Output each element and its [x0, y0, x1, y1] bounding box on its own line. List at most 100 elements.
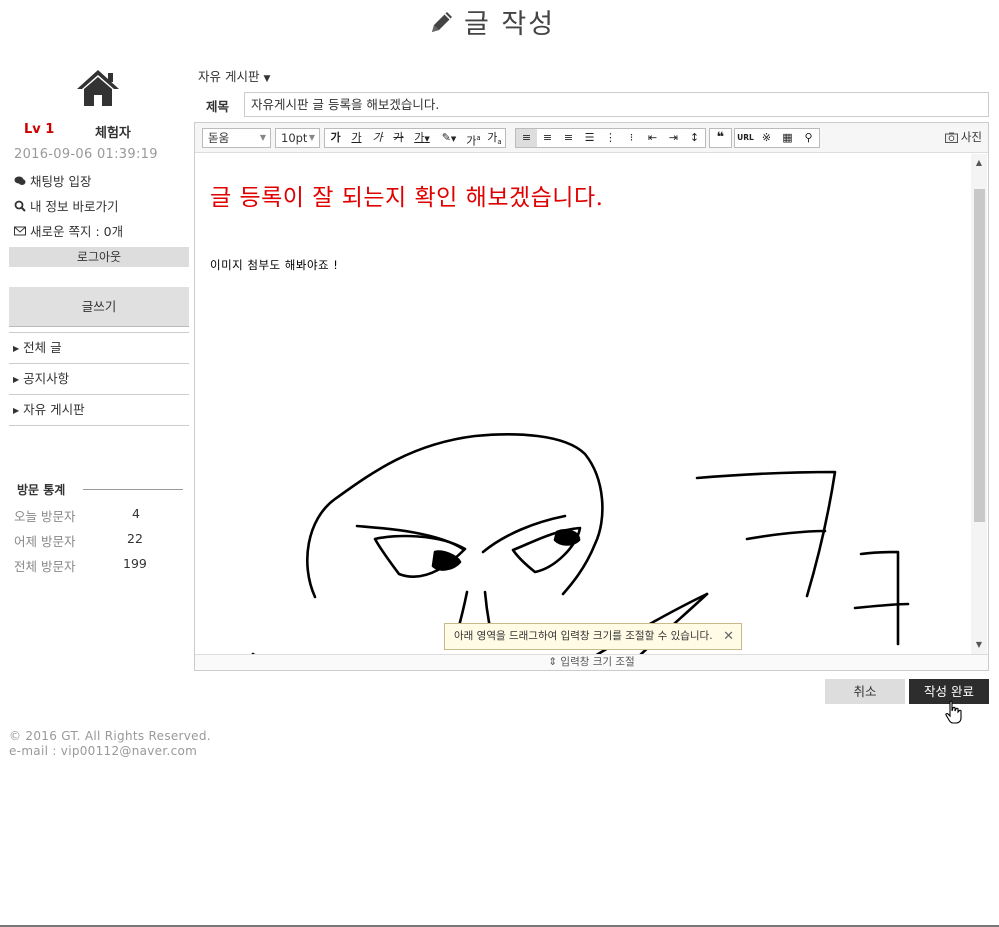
resize-label: 입력창 크기 조절 [560, 656, 635, 668]
italic-button[interactable]: 가 [367, 129, 388, 147]
scroll-up-arrow-icon[interactable]: ▲ [971, 156, 987, 170]
close-icon[interactable]: ✕ [723, 624, 734, 649]
align-center-button[interactable]: ≡ [537, 129, 558, 147]
stat-value: 22 [127, 531, 143, 546]
stats-divider [83, 489, 183, 490]
user-level: Lv 1 [24, 122, 55, 137]
attached-drawing-image [251, 433, 910, 654]
page-title-wrap: 글 작성 [428, 2, 555, 41]
underline-button[interactable]: 가 [346, 129, 367, 147]
stat-value: 199 [123, 556, 147, 571]
stat-row-yesterday: 어제 방문자 22 [14, 531, 194, 550]
menu-item-label: 공지사항 [23, 371, 70, 386]
font-color-button[interactable]: 가▼ [409, 129, 435, 147]
scroll-thumb[interactable] [974, 189, 985, 522]
stat-label: 전체 방문자 [14, 559, 76, 574]
numbered-list-button[interactable]: ⋮ [600, 129, 621, 147]
font-size-select[interactable]: 10pt ▼ [275, 128, 320, 148]
font-size-value: 10pt [281, 131, 308, 145]
stat-value: 4 [132, 506, 140, 521]
title-input[interactable]: 자유게시판 글 등록을 해보겠습니다. [244, 92, 989, 117]
photo-upload-button[interactable]: 사진 [944, 129, 982, 145]
scroll-down-arrow-icon[interactable]: ▼ [971, 638, 987, 652]
caret-down-icon: ▼ [424, 135, 430, 143]
messages-label: 새로운 쪽지 : 0개 [30, 224, 124, 239]
highlight-icon: ✎ [441, 131, 451, 144]
menu-item-label: 전체 글 [23, 340, 62, 355]
paragraph-group: ≡ ≡ ≡ ☰ ⋮ ⁝ ⇤ ⇥ ↕ [515, 128, 706, 148]
tooltip-text: 아래 영역을 드래그하여 입력창 크기를 조절할 수 있습니다. [454, 630, 713, 642]
stat-row-today: 오늘 방문자 4 [14, 506, 194, 525]
editor-content[interactable]: 글 등록이 잘 되는지 확인 해보겠습니다. 이미지 첨부도 해봐야죠 ! [195, 154, 971, 654]
insert-group: URL ※ ▦ ⚲ [734, 128, 820, 148]
find-replace-button[interactable]: ⚲ [798, 129, 819, 147]
special-char-button[interactable]: ※ [756, 129, 777, 147]
superscript-button[interactable]: 가a [463, 129, 484, 148]
copyright-text: © 2016 GT. All Rights Reserved. [9, 729, 211, 743]
caret-down-icon: ▼ [263, 74, 271, 84]
align-left-button[interactable]: ≡ [516, 129, 537, 147]
editor-toolbar: 돋움 ▼ 10pt ▼ 가 가 가 가 가▼ ✎▼ 가a 가a ≡ ≡ ≡ ☰ ⋮ … [195, 123, 988, 153]
indent-button[interactable]: ⇥ [663, 129, 684, 147]
menu-item-all-posts[interactable]: ▶ 전체 글 [9, 333, 189, 364]
bullet-list-button[interactable]: ⁝ [621, 129, 642, 147]
search-icon [14, 200, 26, 212]
subscript-button[interactable]: 가a [484, 129, 505, 147]
font-color-label: 가 [414, 131, 425, 144]
home-icon[interactable] [75, 68, 121, 108]
rich-text-editor: 돋움 ▼ 10pt ▼ 가 가 가 가 가▼ ✎▼ 가a 가a ≡ ≡ ≡ ☰ ⋮ … [194, 122, 989, 671]
envelope-icon [14, 226, 26, 235]
board-select[interactable]: 자유 게시판 ▼ [198, 66, 270, 85]
text-style-group: 가 가 가 가 가▼ ✎▼ 가a 가a [324, 128, 506, 148]
my-info-label: 내 정보 바로가기 [30, 199, 119, 214]
editor-resize-handle[interactable]: ⇕ 입력창 크기 조절 [195, 654, 988, 670]
write-button[interactable]: 글쓰기 [9, 287, 189, 327]
url-button[interactable]: URL [735, 129, 756, 147]
font-family-select[interactable]: 돋움 ▼ [202, 128, 271, 148]
cancel-button[interactable]: 취소 [825, 679, 905, 704]
stat-row-total: 전체 방문자 199 [14, 556, 194, 575]
superscript-label: 가 [466, 134, 477, 148]
subscript-label: 가 [487, 131, 498, 144]
menu-item-free-board[interactable]: ▶ 자유 게시판 [9, 395, 189, 426]
caret-down-icon: ▼ [259, 133, 266, 142]
stats-title: 방문 통계 [17, 483, 66, 497]
highlight-button[interactable]: ✎▼ [435, 129, 463, 147]
font-family-value: 돋움 [208, 131, 230, 145]
caret-down-icon: ▼ [308, 133, 315, 142]
outdent-button[interactable]: ⇤ [642, 129, 663, 147]
my-info-link[interactable]: 내 정보 바로가기 [14, 196, 118, 215]
quote-button[interactable]: ❝ [710, 129, 731, 147]
resize-tooltip: 아래 영역을 드래그하여 입력창 크기를 조절할 수 있습니다. ✕ [444, 623, 742, 650]
line-height-button[interactable]: ↕ [684, 129, 705, 147]
resize-arrows-icon: ⇕ [548, 656, 558, 668]
page-title: 글 작성 [464, 9, 556, 40]
align-justify-button[interactable]: ☰ [579, 129, 600, 147]
chat-room-label: 채팅방 입장 [30, 174, 92, 189]
caret-right-icon: ▶ [13, 374, 20, 384]
footer: © 2016 GT. All Rights Reserved. e-mail :… [9, 729, 211, 759]
strikethrough-button[interactable]: 가 [388, 129, 409, 147]
photo-label: 사진 [960, 130, 982, 144]
login-time: 2016-09-06 01:39:19 [14, 147, 158, 162]
menu-item-notice[interactable]: ▶ 공지사항 [9, 364, 189, 395]
content-text: 이미지 첨부도 해봐야죠 ! [210, 258, 339, 272]
logout-button[interactable]: 로그아웃 [9, 247, 189, 267]
chat-icon [14, 176, 26, 185]
messages-link[interactable]: 새로운 쪽지 : 0개 [14, 221, 123, 240]
align-right-button[interactable]: ≡ [558, 129, 579, 147]
quote-group: ❝ [709, 128, 732, 148]
caret-right-icon: ▶ [13, 343, 20, 353]
bold-button[interactable]: 가 [325, 129, 346, 147]
chat-room-link[interactable]: 채팅방 입장 [14, 171, 91, 190]
caret-right-icon: ▶ [13, 405, 20, 415]
hand-pointer-cursor-icon [945, 700, 962, 724]
content-heading: 글 등록이 잘 되는지 확인 해보겠습니다. [210, 185, 604, 211]
pencil-icon [432, 11, 452, 32]
board-menu: ▶ 전체 글 ▶ 공지사항 ▶ 자유 게시판 [9, 332, 189, 426]
editor-scrollbar[interactable]: ▲ ▼ [971, 154, 987, 654]
table-button[interactable]: ▦ [777, 129, 798, 147]
stat-label: 어제 방문자 [14, 534, 76, 549]
user-role: 체험자 [95, 126, 131, 141]
camera-icon [944, 132, 958, 143]
